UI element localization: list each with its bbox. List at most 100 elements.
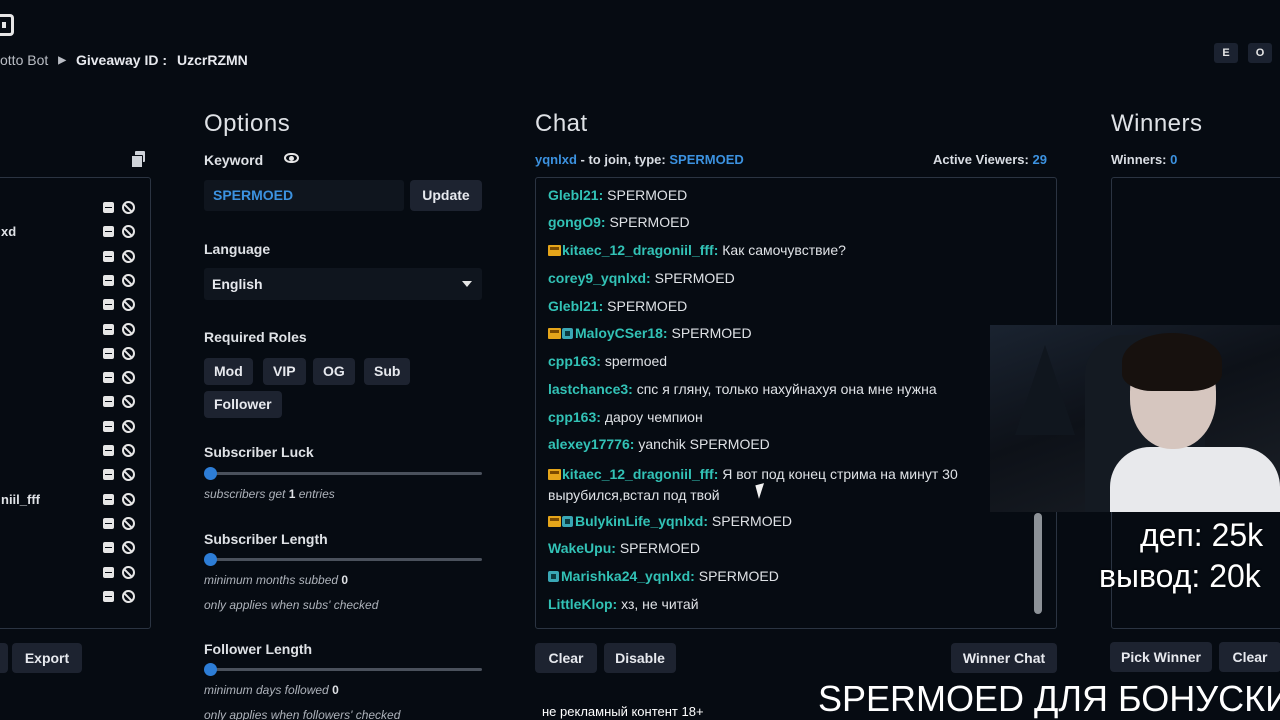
follower-length-track[interactable] bbox=[206, 668, 482, 671]
remove-entry-icon[interactable] bbox=[103, 226, 114, 238]
remove-entry-icon[interactable] bbox=[103, 274, 114, 286]
chat-text: yanchik SPERMOED bbox=[638, 436, 770, 452]
chat-username[interactable]: Glebl21: bbox=[548, 298, 603, 314]
keyword-input[interactable]: SPERMOED bbox=[204, 180, 404, 211]
chat-username[interactable]: kitaec_12_dragoniil_fff: bbox=[562, 466, 718, 482]
chat-username[interactable]: LittleKlop: bbox=[548, 596, 617, 612]
pick-winner-button[interactable]: Pick Winner bbox=[1110, 642, 1212, 672]
role-follower-button[interactable]: Follower bbox=[204, 391, 282, 418]
chat-message: LittleKlop: хз, не читай bbox=[548, 596, 699, 612]
remove-entry-icon[interactable] bbox=[103, 517, 114, 529]
chat-message: cpp163: spermoed bbox=[548, 353, 667, 369]
chat-text: дароу чемпион bbox=[604, 409, 703, 425]
chat-username[interactable]: gongO9: bbox=[548, 214, 606, 230]
remove-entry-icon[interactable] bbox=[103, 493, 114, 505]
remove-entry-icon[interactable] bbox=[103, 323, 114, 335]
ban-icon[interactable] bbox=[122, 371, 135, 385]
winners-clear-button[interactable]: Clear bbox=[1219, 642, 1280, 672]
chat-text: SPERMOED bbox=[619, 540, 700, 556]
ban-icon[interactable] bbox=[122, 492, 135, 506]
remove-entry-icon[interactable] bbox=[103, 299, 114, 311]
subscriber-luck-knob[interactable] bbox=[204, 467, 217, 480]
chevron-right-icon: ▶ bbox=[58, 54, 66, 66]
ban-icon[interactable] bbox=[122, 273, 135, 287]
winners-count: Winners: 0 bbox=[1111, 152, 1178, 167]
ban-icon[interactable] bbox=[122, 346, 135, 360]
chat-message: gongO9: SPERMOED bbox=[548, 214, 690, 230]
chat-username[interactable]: cpp163: bbox=[548, 353, 601, 369]
ban-icon[interactable] bbox=[122, 565, 135, 579]
winners-count-value: 0 bbox=[1170, 152, 1178, 167]
subscriber-luck-track[interactable] bbox=[206, 472, 482, 475]
caret-down-icon bbox=[462, 281, 472, 287]
crown-badge-icon bbox=[548, 469, 561, 480]
chat-username[interactable]: Glebl21: bbox=[548, 187, 603, 203]
remove-entry-icon[interactable] bbox=[103, 250, 114, 262]
remove-entry-icon[interactable] bbox=[103, 542, 114, 554]
chat-username[interactable]: BulykinLife_yqnlxd: bbox=[575, 513, 708, 529]
ban-icon[interactable] bbox=[122, 249, 135, 263]
remove-entry-icon[interactable] bbox=[103, 469, 114, 481]
chat-clear-button[interactable]: Clear bbox=[535, 643, 597, 673]
eye-icon[interactable] bbox=[284, 153, 299, 163]
crown-badge-icon bbox=[548, 328, 561, 339]
ban-icon[interactable] bbox=[122, 516, 135, 530]
o-button[interactable]: O bbox=[1248, 43, 1272, 63]
follower-length-knob[interactable] bbox=[204, 663, 217, 676]
subscriber-length-knob[interactable] bbox=[204, 553, 217, 566]
ban-icon[interactable] bbox=[122, 298, 135, 312]
crown-badge-icon bbox=[548, 245, 561, 256]
chat-message: cpp163: дароу чемпион bbox=[548, 409, 703, 425]
role-mod-button[interactable]: Mod bbox=[204, 358, 253, 385]
ban-icon[interactable] bbox=[122, 589, 135, 603]
logo-icon bbox=[0, 14, 14, 36]
ban-icon[interactable] bbox=[122, 322, 135, 336]
copy-icon[interactable] bbox=[131, 151, 146, 168]
chat-username[interactable]: Marishka24_yqnlxd: bbox=[561, 568, 695, 584]
chat-username[interactable]: cpp163: bbox=[548, 409, 601, 425]
remove-entry-icon[interactable] bbox=[103, 420, 114, 432]
entry-row bbox=[0, 587, 141, 607]
entries-button-partial[interactable] bbox=[0, 643, 8, 673]
role-sub-button[interactable]: Sub bbox=[364, 358, 411, 385]
chat-text: SPERMOED bbox=[609, 214, 690, 230]
ban-icon[interactable] bbox=[122, 225, 135, 239]
winner-chat-button[interactable]: Winner Chat bbox=[951, 643, 1057, 673]
breadcrumb-app[interactable]: otto Bot bbox=[0, 52, 48, 68]
e-button[interactable]: E bbox=[1214, 43, 1238, 63]
ban-icon[interactable] bbox=[122, 468, 135, 482]
remove-entry-icon[interactable] bbox=[103, 590, 114, 602]
chat-username[interactable]: WakeUpu: bbox=[548, 540, 616, 556]
remove-entry-icon[interactable] bbox=[103, 396, 114, 408]
role-vip-button[interactable]: VIP bbox=[263, 358, 306, 385]
chat-username[interactable]: kitaec_12_dragoniil_fff: bbox=[562, 242, 718, 258]
role-og-button[interactable]: OG bbox=[313, 358, 355, 385]
chat-text: спс я гляну, только нахуйнахуя она мне н… bbox=[636, 381, 937, 397]
ban-icon[interactable] bbox=[122, 201, 135, 214]
ban-icon[interactable] bbox=[122, 395, 135, 409]
chat-message: alexey17776: yanchik SPERMOED bbox=[548, 436, 770, 452]
export-button[interactable]: Export bbox=[12, 643, 82, 673]
entry-row bbox=[0, 563, 141, 583]
chat-disable-button[interactable]: Disable bbox=[604, 643, 676, 673]
chat-log[interactable]: Glebl21: SPERMOED gongO9: SPERMOED kitaec_… bbox=[535, 177, 1057, 629]
ban-icon[interactable] bbox=[122, 444, 135, 457]
remove-entry-icon[interactable] bbox=[103, 566, 114, 578]
subscriber-badge-icon bbox=[562, 328, 573, 339]
chat-username[interactable]: lastchance3: bbox=[548, 381, 633, 397]
ban-icon[interactable] bbox=[122, 419, 135, 433]
remove-entry-icon[interactable] bbox=[103, 347, 114, 359]
ban-icon[interactable] bbox=[122, 541, 135, 555]
update-button[interactable]: Update bbox=[410, 180, 482, 211]
entry-row bbox=[0, 392, 141, 412]
chat-scrollbar[interactable] bbox=[1034, 513, 1042, 614]
subscriber-length-track[interactable] bbox=[206, 558, 482, 561]
giveaway-id-label: Giveaway ID : bbox=[75, 52, 168, 68]
chat-username[interactable]: MaloyCSer18: bbox=[575, 325, 668, 341]
language-select[interactable]: English bbox=[204, 268, 482, 300]
chat-username[interactable]: corey9_yqnlxd: bbox=[548, 270, 651, 286]
remove-entry-icon[interactable] bbox=[103, 445, 114, 456]
chat-username[interactable]: alexey17776: bbox=[548, 436, 634, 452]
remove-entry-icon[interactable] bbox=[103, 202, 114, 213]
remove-entry-icon[interactable] bbox=[103, 372, 114, 384]
